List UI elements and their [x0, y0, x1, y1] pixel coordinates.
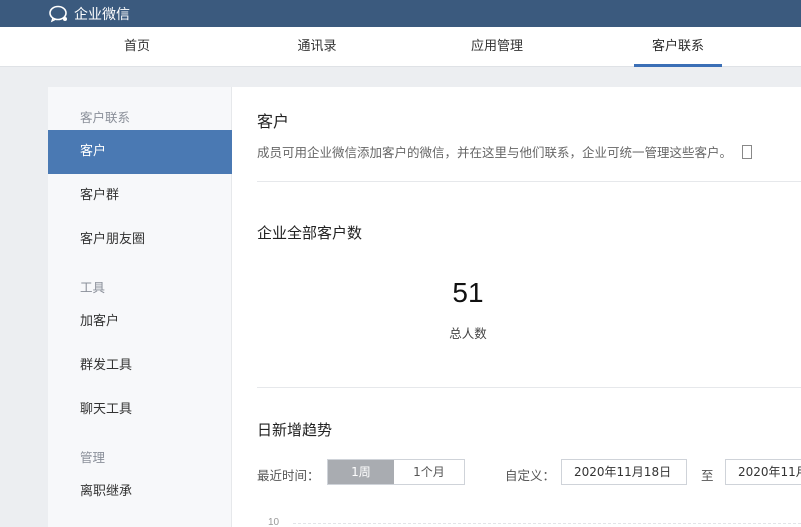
sidebar: 客户联系 客户 客户群 客户朋友圈 工具 加客户 群发工具 聊天工具 管理 离职… [48, 87, 232, 527]
period-selector: 1周 1个月 [327, 459, 465, 485]
content-panel: 客户联系 客户 客户群 客户朋友圈 工具 加客户 群发工具 聊天工具 管理 离职… [48, 87, 801, 527]
sidebar-item-customer-groups[interactable]: 客户群 [48, 174, 232, 218]
divider [257, 181, 801, 182]
custom-range-label: 自定义： [505, 468, 556, 483]
end-date-input[interactable]: 2020年11月 [725, 459, 801, 485]
sidebar-item-broadcast-tool[interactable]: 群发工具 [48, 344, 232, 388]
active-tab-indicator [634, 64, 722, 67]
divider [257, 387, 801, 388]
page-description: 成员可用企业微信添加客户的微信，并在这里与他们联系，企业可统一管理这些客户。 [257, 142, 753, 161]
main-nav: 首页 通讯录 应用管理 客户联系 [0, 27, 801, 67]
top-bar: 企业微信 [0, 0, 801, 27]
description-text: 成员可用企业微信添加客户的微信，并在这里与他们联系，企业可统一管理这些客户。 [257, 145, 733, 160]
nav-tab-home[interactable]: 首页 [92, 27, 182, 67]
sidebar-item-resignation-inheritance[interactable]: 离职继承 [48, 470, 232, 514]
page-title: 客户 [257, 112, 290, 131]
help-icon[interactable] [742, 145, 753, 159]
sidebar-item-moments[interactable]: 客户朋友圈 [48, 218, 232, 262]
sidebar-group-tools: 工具 [80, 280, 106, 295]
nav-tab-customer-contact[interactable]: 客户联系 [634, 27, 722, 67]
sidebar-group-customer-contact: 客户联系 [80, 110, 131, 125]
sidebar-item-customers[interactable]: 客户 [48, 130, 232, 174]
to-label: 至 [701, 468, 714, 483]
sidebar-group-management: 管理 [80, 450, 106, 465]
wecom-logo-icon [49, 5, 67, 22]
recent-time-label: 最近时间： [257, 468, 320, 483]
sidebar-item-chat-tool[interactable]: 聊天工具 [48, 388, 232, 432]
start-date-input[interactable]: 2020年11月18日 [561, 459, 687, 485]
period-1-month-button[interactable]: 1个月 [394, 460, 464, 484]
total-customers-label: 总人数 [449, 326, 487, 341]
main-content: 客户 成员可用企业微信添加客户的微信，并在这里与他们联系，企业可统一管理这些客户… [233, 87, 801, 527]
daily-trend-title: 日新增趋势 [257, 421, 333, 439]
nav-tab-app-management[interactable]: 应用管理 [452, 27, 542, 67]
nav-tab-contacts[interactable]: 通讯录 [272, 27, 362, 67]
chart-grid-line [293, 523, 801, 524]
total-customers-title: 企业全部客户数 [257, 224, 363, 242]
total-customers-count: 51 [452, 277, 484, 308]
sidebar-item-add-customer[interactable]: 加客户 [48, 300, 232, 344]
chart-y-tick: 10 [268, 517, 280, 527]
period-1-week-button[interactable]: 1周 [328, 460, 394, 484]
app-title: 企业微信 [74, 6, 130, 23]
